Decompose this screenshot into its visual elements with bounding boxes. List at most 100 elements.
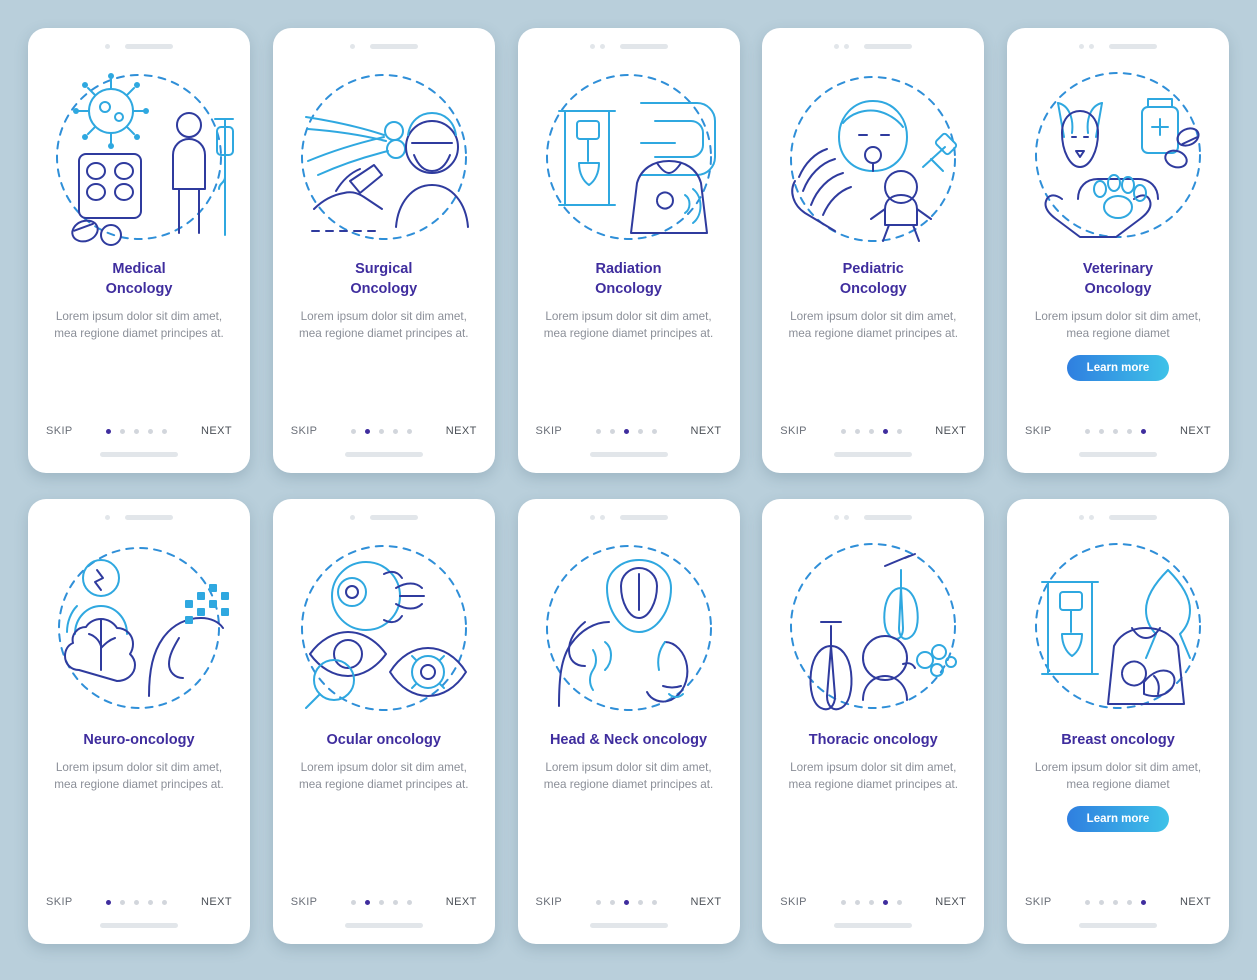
status-bar <box>589 41 668 51</box>
screen-medical-oncology[interactable]: Medical Oncology Lorem ipsum dolor sit d… <box>28 28 250 473</box>
pagination-dot[interactable] <box>623 428 629 434</box>
next-button[interactable]: NEXT <box>935 425 966 437</box>
pagination-dots[interactable] <box>595 899 657 905</box>
pagination-dot[interactable] <box>379 899 385 905</box>
pagination-dots[interactable] <box>1085 428 1147 434</box>
pagination-dot[interactable] <box>106 428 112 434</box>
pagination-dots[interactable] <box>106 428 168 434</box>
screen-veterinary-oncology[interactable]: Veterinary Oncology Lorem ipsum dolor si… <box>1007 28 1229 473</box>
skip-button[interactable]: SKIP <box>536 425 563 437</box>
screen-thoracic-oncology[interactable]: Thoracic oncology Lorem ipsum dolor sit … <box>762 499 985 944</box>
pagination-dot[interactable] <box>651 428 657 434</box>
pagination-dot[interactable] <box>1141 428 1147 434</box>
next-button[interactable]: NEXT <box>446 896 477 908</box>
pagination-dot[interactable] <box>896 899 902 905</box>
status-bar <box>105 41 173 51</box>
pagination-dot[interactable] <box>365 899 371 905</box>
pagination-dot[interactable] <box>351 428 357 434</box>
pagination-dot[interactable] <box>148 428 154 434</box>
pagination-dot[interactable] <box>868 428 874 434</box>
skip-button[interactable]: SKIP <box>536 896 563 908</box>
pagination-dots[interactable] <box>840 428 902 434</box>
pagination-dot[interactable] <box>651 899 657 905</box>
pagination-dots[interactable] <box>351 428 413 434</box>
pagination-dot[interactable] <box>1099 899 1105 905</box>
pagination-dot[interactable] <box>840 899 846 905</box>
pagination-dot[interactable] <box>120 428 126 434</box>
pagination-dot[interactable] <box>609 428 615 434</box>
pagination-dot[interactable] <box>854 899 860 905</box>
pagination-dot[interactable] <box>854 428 860 434</box>
pagination-dot[interactable] <box>609 899 615 905</box>
pagination-dots[interactable] <box>106 899 168 905</box>
pagination-dot[interactable] <box>1113 899 1119 905</box>
next-button[interactable]: NEXT <box>691 425 722 437</box>
next-button[interactable]: NEXT <box>1180 896 1211 908</box>
screen-pediatric-oncology[interactable]: Pediatric Oncology Lorem ipsum dolor sit… <box>762 28 985 473</box>
pagination-dot[interactable] <box>637 428 643 434</box>
screen-head-neck-oncology[interactable]: Head & Neck oncology Lorem ipsum dolor s… <box>517 499 740 944</box>
screen-title: Head & Neck oncology <box>536 730 721 750</box>
screen-footer: SKIP NEXT <box>762 896 984 908</box>
pagination-dot[interactable] <box>882 428 888 434</box>
pagination-dot[interactable] <box>637 899 643 905</box>
pagination-dot[interactable] <box>1085 899 1091 905</box>
pagination-dot[interactable] <box>134 899 140 905</box>
skip-button[interactable]: SKIP <box>1025 425 1052 437</box>
pagination-dot[interactable] <box>162 899 168 905</box>
skip-button[interactable]: SKIP <box>1025 896 1052 908</box>
pagination-dot[interactable] <box>623 899 629 905</box>
pagination-dot[interactable] <box>1141 899 1147 905</box>
next-button[interactable]: NEXT <box>1180 425 1211 437</box>
pagination-dot[interactable] <box>351 899 357 905</box>
screen-ocular-oncology[interactable]: Ocular oncology Lorem ipsum dolor sit di… <box>272 499 495 944</box>
next-button[interactable]: NEXT <box>691 896 722 908</box>
screen-footer: SKIP NEXT <box>518 425 740 437</box>
screen-description: Lorem ipsum dolor sit dim amet, mea regi… <box>298 761 469 791</box>
pagination-dot[interactable] <box>379 428 385 434</box>
skip-button[interactable]: SKIP <box>780 425 807 437</box>
pagination-dot[interactable] <box>868 899 874 905</box>
home-indicator <box>834 452 913 457</box>
pagination-dot[interactable] <box>134 428 140 434</box>
skip-button[interactable]: SKIP <box>46 425 73 437</box>
skip-button[interactable]: SKIP <box>46 896 73 908</box>
pagination-dot[interactable] <box>595 428 601 434</box>
next-button[interactable]: NEXT <box>446 425 477 437</box>
pagination-dots[interactable] <box>595 428 657 434</box>
pagination-dot[interactable] <box>1127 899 1133 905</box>
pagination-dot[interactable] <box>407 428 413 434</box>
pagination-dot[interactable] <box>840 428 846 434</box>
pagination-dots[interactable] <box>840 899 902 905</box>
pagination-dots[interactable] <box>351 899 413 905</box>
pagination-dot[interactable] <box>162 428 168 434</box>
pagination-dot[interactable] <box>595 899 601 905</box>
pagination-dot[interactable] <box>365 428 371 434</box>
skip-button[interactable]: SKIP <box>291 425 318 437</box>
screen-neuro-oncology[interactable]: Neuro-oncology Lorem ipsum dolor sit dim… <box>28 499 250 944</box>
screen-breast-oncology[interactable]: Breast oncology Lorem ipsum dolor sit di… <box>1007 499 1229 944</box>
screen-footer: SKIP NEXT <box>762 425 984 437</box>
learn-more-button[interactable]: Learn more <box>1066 805 1170 832</box>
pagination-dot[interactable] <box>896 428 902 434</box>
learn-more-button[interactable]: Learn more <box>1066 354 1170 381</box>
pagination-dot[interactable] <box>393 428 399 434</box>
pagination-dot[interactable] <box>106 899 112 905</box>
pagination-dot[interactable] <box>120 899 126 905</box>
pagination-dot[interactable] <box>1127 428 1133 434</box>
pagination-dot[interactable] <box>393 899 399 905</box>
skip-button[interactable]: SKIP <box>291 896 318 908</box>
pagination-dot[interactable] <box>1099 428 1105 434</box>
screen-surgical-oncology[interactable]: Surgical Oncology Lorem ipsum dolor sit … <box>272 28 495 473</box>
screen-radiation-oncology[interactable]: Radiation Oncology Lorem ipsum dolor sit… <box>517 28 740 473</box>
pagination-dots[interactable] <box>1085 899 1147 905</box>
pagination-dot[interactable] <box>882 899 888 905</box>
skip-button[interactable]: SKIP <box>780 896 807 908</box>
pagination-dot[interactable] <box>407 899 413 905</box>
pagination-dot[interactable] <box>148 899 154 905</box>
next-button[interactable]: NEXT <box>201 425 232 437</box>
next-button[interactable]: NEXT <box>935 896 966 908</box>
pagination-dot[interactable] <box>1085 428 1091 434</box>
pagination-dot[interactable] <box>1113 428 1119 434</box>
next-button[interactable]: NEXT <box>201 896 232 908</box>
